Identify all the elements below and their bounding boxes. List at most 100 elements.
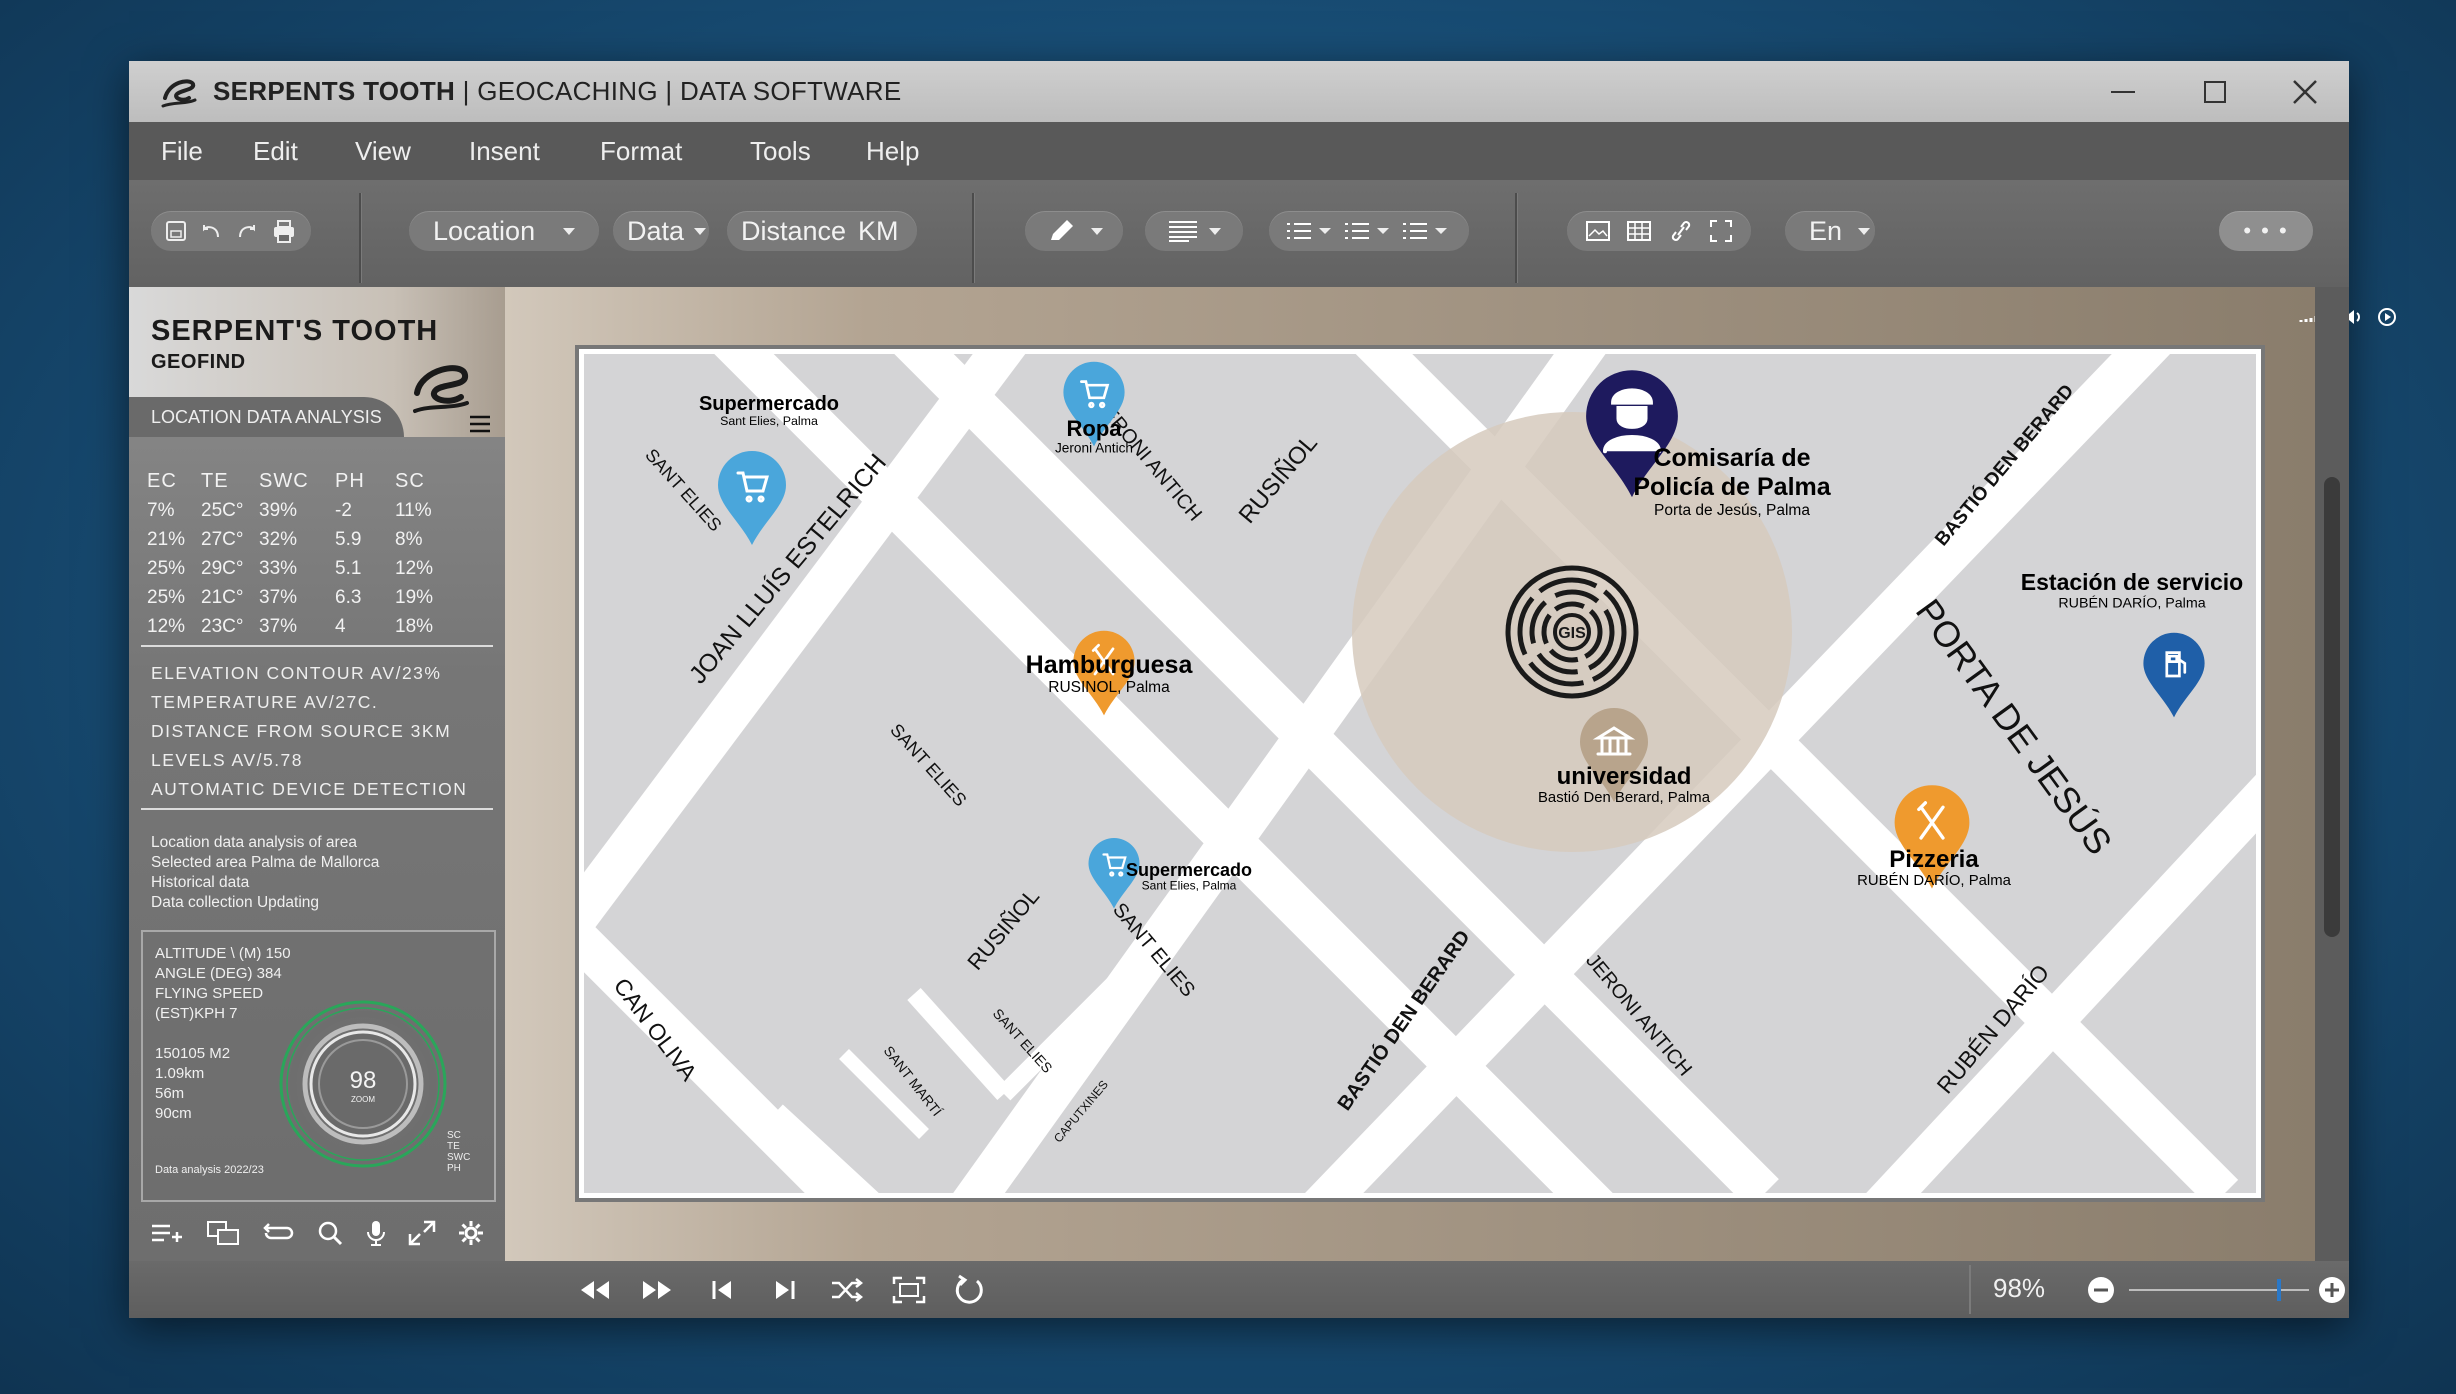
place-name[interactable]: Supermercado bbox=[699, 393, 839, 415]
toolbar-separator bbox=[1515, 193, 1518, 283]
scrollbar-thumb[interactable] bbox=[2324, 477, 2340, 937]
note-line: Selected area Palma de Mallorca bbox=[151, 854, 380, 871]
menu-view[interactable]: View bbox=[355, 136, 411, 167]
unit-label[interactable]: KM bbox=[858, 216, 899, 247]
altitude-line: ANGLE (DEG) 384 bbox=[155, 965, 282, 982]
location-dropdown[interactable]: Location bbox=[409, 211, 599, 251]
place-address: Jeroni Antich bbox=[1055, 441, 1133, 456]
settings-gear-icon[interactable] bbox=[458, 1220, 484, 1246]
redo-icon[interactable] bbox=[234, 219, 260, 243]
zoom-out-icon[interactable] bbox=[2087, 1276, 2115, 1304]
skip-next-icon[interactable] bbox=[765, 1270, 805, 1310]
table-cell: 27C° bbox=[201, 528, 244, 550]
menu-tools[interactable]: Tools bbox=[750, 136, 811, 167]
sidebar-brand: SERPENT'S TOOTH bbox=[151, 315, 439, 347]
undo-icon[interactable] bbox=[198, 219, 224, 243]
place-name[interactable]: Hamburguesa bbox=[1026, 651, 1194, 679]
print-icon[interactable] bbox=[270, 218, 298, 244]
gauge-value: 98 bbox=[350, 1067, 377, 1094]
more-options-button[interactable]: • • • bbox=[2219, 211, 2313, 251]
column-header: TE bbox=[201, 470, 229, 492]
image-icon[interactable] bbox=[1585, 220, 1611, 242]
map-canvas[interactable]: SANT ELIESJOAN LLUÍS ESTELRICH JERONI ANT… bbox=[584, 354, 2256, 1193]
sidebar-header: SERPENT'S TOOTH GEOFIND LOCATION DATA AN… bbox=[129, 287, 505, 437]
skip-previous-icon[interactable] bbox=[702, 1270, 742, 1310]
table-cell: 25% bbox=[147, 557, 186, 579]
shuffle-icon[interactable] bbox=[827, 1270, 867, 1310]
place-name[interactable]: Supermercado bbox=[1126, 860, 1252, 880]
language-dropdown[interactable]: En bbox=[1785, 211, 1875, 251]
align-text-icon bbox=[1169, 221, 1197, 242]
zoom-gauge[interactable]: 98 ZOOM bbox=[273, 994, 453, 1174]
text-align-dropdown[interactable] bbox=[1145, 211, 1243, 251]
zoom-percentage: 98% bbox=[1993, 1273, 2046, 1303]
bullet-list-icon[interactable] bbox=[1285, 220, 1315, 242]
place-name[interactable]: Ropa bbox=[1067, 416, 1123, 441]
microphone-icon[interactable] bbox=[365, 1219, 387, 1247]
link-icon[interactable] bbox=[1668, 220, 1694, 242]
table-cell: 7% bbox=[147, 499, 175, 521]
vertical-scrollbar[interactable] bbox=[2315, 287, 2349, 1261]
insert-group bbox=[1567, 211, 1751, 251]
table-cell: 39% bbox=[259, 499, 298, 521]
zoom-in-icon[interactable] bbox=[2318, 1276, 2346, 1304]
window-title: SERPENTS TOOTH | GEOCACHING | DATA SOFTW… bbox=[213, 76, 902, 106]
gis-badge-label: GIS bbox=[1558, 625, 1586, 642]
note-line: Data collection Updating bbox=[151, 894, 320, 911]
save-icon[interactable] bbox=[164, 219, 188, 243]
place-name[interactable]: universidad bbox=[1557, 763, 1692, 790]
loop-icon[interactable] bbox=[261, 1222, 295, 1244]
layers-icon[interactable] bbox=[206, 1220, 240, 1246]
place-name[interactable]: Comisaría de bbox=[1653, 444, 1810, 472]
altitude-line: ALTITUDE \ (M) 150 bbox=[155, 945, 291, 962]
fast-forward-icon[interactable] bbox=[637, 1270, 677, 1310]
minimize-icon[interactable] bbox=[2077, 61, 2169, 122]
stat-line: LEVELS AV/5.78 bbox=[151, 750, 304, 770]
pen-tool-dropdown[interactable] bbox=[1025, 211, 1123, 251]
hamburger-menu-icon[interactable] bbox=[469, 415, 491, 433]
place-name[interactable]: Policía de Palma bbox=[1633, 473, 1831, 501]
search-icon[interactable] bbox=[317, 1220, 343, 1246]
fullscreen-icon[interactable] bbox=[1709, 219, 1733, 243]
fit-screen-icon[interactable] bbox=[889, 1270, 929, 1310]
zoom-slider-thumb[interactable] bbox=[2276, 1279, 2281, 1301]
place-name[interactable]: Pizzeria bbox=[1889, 846, 1979, 873]
menu-edit[interactable]: Edit bbox=[253, 136, 298, 167]
maximize-icon[interactable] bbox=[2169, 61, 2261, 122]
close-icon[interactable] bbox=[2259, 61, 2351, 122]
place-address: RUSINOL, Palma bbox=[1048, 679, 1170, 696]
table-cell: 5.1 bbox=[335, 557, 362, 579]
table-cell: 12% bbox=[395, 557, 434, 579]
menu-help[interactable]: Help bbox=[866, 136, 919, 167]
playback-bar: 98% bbox=[129, 1261, 2349, 1318]
table-cell: 21C° bbox=[201, 586, 244, 608]
gauge-label: ZOOM bbox=[351, 1095, 375, 1104]
table-row: 7% 25C° 39% -2 11% bbox=[147, 496, 487, 525]
refresh-icon[interactable] bbox=[949, 1270, 989, 1310]
measure-line: 56m bbox=[155, 1085, 185, 1102]
zoom-slider-track[interactable] bbox=[2129, 1289, 2309, 1291]
expand-icon[interactable] bbox=[408, 1220, 436, 1246]
sidebar-panel: SERPENT'S TOOTH GEOFIND LOCATION DATA AN… bbox=[129, 287, 505, 1261]
place-address: RUBÉN DARÍO, Palma bbox=[2058, 594, 2205, 611]
pen-icon bbox=[1051, 220, 1073, 240]
column-header: PH bbox=[335, 470, 365, 492]
menu-format[interactable]: Format bbox=[600, 136, 682, 167]
rewind-icon[interactable] bbox=[575, 1270, 615, 1310]
numbered-list-icon[interactable] bbox=[1343, 220, 1373, 242]
table-icon[interactable] bbox=[1626, 220, 1652, 242]
play-circle-icon[interactable] bbox=[2377, 307, 2397, 327]
data-dropdown[interactable]: Data bbox=[613, 211, 709, 251]
place-name[interactable]: Estación de servicio bbox=[2021, 569, 2243, 595]
add-list-icon[interactable] bbox=[150, 1222, 184, 1244]
map-frame: SANT ELIES JOAN LLUÍS ESTELRICH JERONI ANT… bbox=[575, 345, 2265, 1202]
place-address: Porta de Jesús, Palma bbox=[1654, 502, 1810, 519]
indent-list-icon[interactable] bbox=[1401, 220, 1431, 242]
serpent-emblem-icon bbox=[413, 365, 469, 413]
sidebar-subtitle: GEOFIND bbox=[151, 351, 246, 373]
menu-insert[interactable]: Insent bbox=[469, 136, 540, 167]
column-header: SWC bbox=[259, 470, 309, 492]
menu-file[interactable]: File bbox=[161, 136, 203, 167]
place-address: Bastió Den Berard, Palma bbox=[1538, 790, 1711, 806]
distance-unit-control[interactable]: Distance KM bbox=[727, 211, 917, 251]
